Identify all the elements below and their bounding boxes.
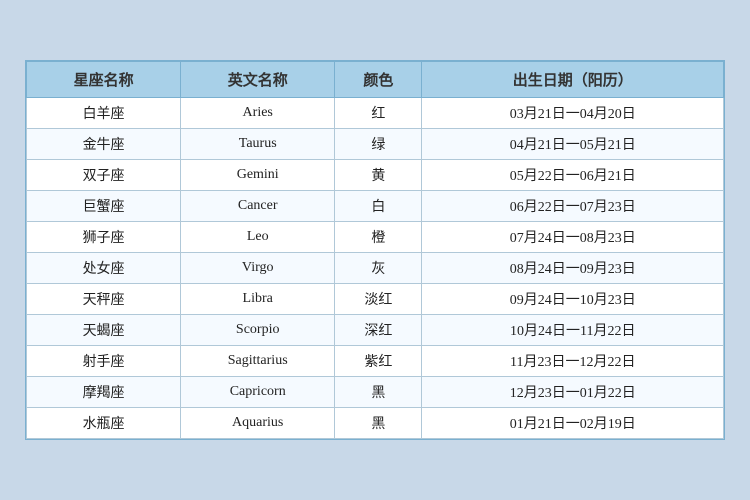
cell-date: 03月21日一04月20日 (422, 98, 724, 129)
cell-color: 黑 (335, 377, 422, 408)
cell-color: 橙 (335, 222, 422, 253)
cell-chinese: 水瓶座 (27, 408, 181, 439)
cell-date: 06月22日一07月23日 (422, 191, 724, 222)
header-color: 颜色 (335, 62, 422, 98)
table-row: 天秤座Libra淡红09月24日一10月23日 (27, 284, 724, 315)
cell-color: 黑 (335, 408, 422, 439)
cell-date: 08月24日一09月23日 (422, 253, 724, 284)
cell-color: 紫红 (335, 346, 422, 377)
cell-english: Sagittarius (181, 346, 335, 377)
cell-chinese: 射手座 (27, 346, 181, 377)
cell-english: Cancer (181, 191, 335, 222)
cell-english: Leo (181, 222, 335, 253)
cell-chinese: 金牛座 (27, 129, 181, 160)
cell-color: 深红 (335, 315, 422, 346)
cell-color: 白 (335, 191, 422, 222)
table-row: 双子座Gemini黄05月22日一06月21日 (27, 160, 724, 191)
cell-color: 灰 (335, 253, 422, 284)
cell-chinese: 白羊座 (27, 98, 181, 129)
cell-date: 10月24日一11月22日 (422, 315, 724, 346)
cell-date: 12月23日一01月22日 (422, 377, 724, 408)
cell-chinese: 天秤座 (27, 284, 181, 315)
cell-english: Gemini (181, 160, 335, 191)
cell-date: 07月24日一08月23日 (422, 222, 724, 253)
table-row: 白羊座Aries红03月21日一04月20日 (27, 98, 724, 129)
cell-date: 04月21日一05月21日 (422, 129, 724, 160)
cell-date: 09月24日一10月23日 (422, 284, 724, 315)
cell-color: 淡红 (335, 284, 422, 315)
cell-english: Scorpio (181, 315, 335, 346)
cell-english: Capricorn (181, 377, 335, 408)
table-row: 处女座Virgo灰08月24日一09月23日 (27, 253, 724, 284)
cell-date: 05月22日一06月21日 (422, 160, 724, 191)
table-row: 巨蟹座Cancer白06月22日一07月23日 (27, 191, 724, 222)
table-row: 射手座Sagittarius紫红11月23日一12月22日 (27, 346, 724, 377)
cell-english: Aquarius (181, 408, 335, 439)
cell-date: 01月21日一02月19日 (422, 408, 724, 439)
table-row: 狮子座Leo橙07月24日一08月23日 (27, 222, 724, 253)
cell-color: 黄 (335, 160, 422, 191)
cell-color: 绿 (335, 129, 422, 160)
cell-color: 红 (335, 98, 422, 129)
cell-chinese: 摩羯座 (27, 377, 181, 408)
cell-chinese: 狮子座 (27, 222, 181, 253)
cell-english: Libra (181, 284, 335, 315)
zodiac-table: 星座名称 英文名称 颜色 出生日期（阳历） 白羊座Aries红03月21日一04… (25, 60, 725, 440)
header-chinese: 星座名称 (27, 62, 181, 98)
cell-english: Virgo (181, 253, 335, 284)
table-header-row: 星座名称 英文名称 颜色 出生日期（阳历） (27, 62, 724, 98)
table-row: 摩羯座Capricorn黑12月23日一01月22日 (27, 377, 724, 408)
cell-english: Aries (181, 98, 335, 129)
table-row: 水瓶座Aquarius黑01月21日一02月19日 (27, 408, 724, 439)
cell-date: 11月23日一12月22日 (422, 346, 724, 377)
cell-chinese: 天蝎座 (27, 315, 181, 346)
header-date: 出生日期（阳历） (422, 62, 724, 98)
table-row: 金牛座Taurus绿04月21日一05月21日 (27, 129, 724, 160)
cell-chinese: 处女座 (27, 253, 181, 284)
table-row: 天蝎座Scorpio深红10月24日一11月22日 (27, 315, 724, 346)
cell-chinese: 巨蟹座 (27, 191, 181, 222)
header-english: 英文名称 (181, 62, 335, 98)
cell-chinese: 双子座 (27, 160, 181, 191)
cell-english: Taurus (181, 129, 335, 160)
